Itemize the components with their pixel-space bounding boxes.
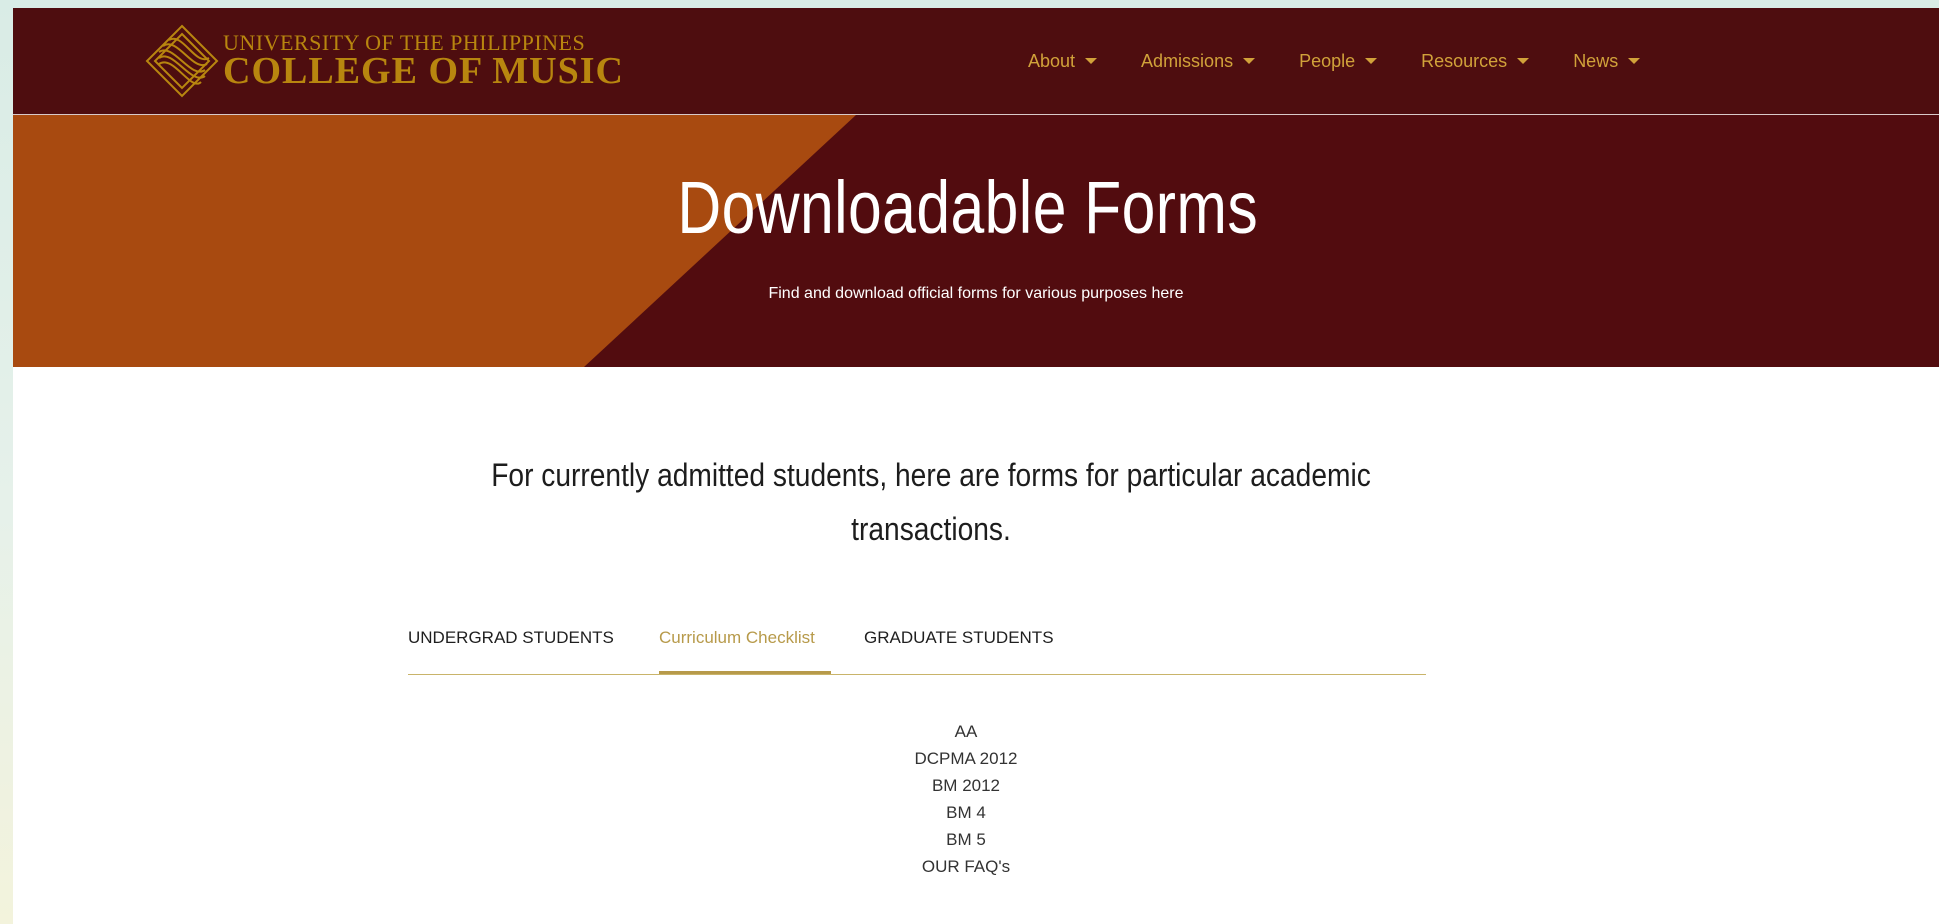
nav-people[interactable]: People — [1299, 50, 1378, 72]
link-aa[interactable]: AA — [13, 718, 1929, 745]
active-tab-indicator — [659, 671, 831, 674]
chevron-down-icon — [1365, 58, 1378, 64]
tab-graduate-students[interactable]: GRADUATE STUDENTS — [864, 628, 1054, 648]
nav-admissions-label: Admissions — [1141, 50, 1234, 71]
nav-people-label: People — [1299, 50, 1356, 71]
page-title: Downloadable Forms — [677, 166, 1259, 249]
nav-resources-label: Resources — [1421, 50, 1508, 71]
link-our-faqs[interactable]: OUR FAQ's — [13, 853, 1929, 880]
tab-undergrad-students[interactable]: UNDERGRAD STUDENTS — [408, 628, 614, 648]
link-bm-5[interactable]: BM 5 — [13, 826, 1929, 853]
checklist-links: AA DCPMA 2012 BM 2012 BM 4 BM 5 OUR FAQ'… — [13, 718, 1939, 880]
site-logo[interactable]: UNIVERSITY OF THE PHILIPPINES COLLEGE OF… — [143, 22, 624, 100]
nav-admissions[interactable]: Admissions — [1141, 50, 1256, 72]
tab-curriculum-checklist[interactable]: Curriculum Checklist — [659, 628, 815, 648]
nav-news-label: News — [1573, 50, 1619, 71]
link-dcpma-2012[interactable]: DCPMA 2012 — [13, 745, 1929, 772]
main-nav: About Admissions People Resources News — [1028, 8, 1684, 114]
nav-news[interactable]: News — [1573, 50, 1641, 72]
logo-college-name: COLLEGE OF MUSIC — [223, 50, 624, 92]
section-heading: For currently admitted students, here ar… — [491, 457, 1371, 547]
nav-about-label: About — [1028, 50, 1076, 71]
chevron-down-icon — [1517, 58, 1530, 64]
nav-about[interactable]: About — [1028, 50, 1098, 72]
chevron-down-icon — [1085, 58, 1098, 64]
chevron-down-icon — [1628, 58, 1641, 64]
page: UNIVERSITY OF THE PHILIPPINES COLLEGE OF… — [13, 8, 1939, 924]
site-header: UNIVERSITY OF THE PHILIPPINES COLLEGE OF… — [13, 8, 1939, 115]
link-bm-4[interactable]: BM 4 — [13, 799, 1929, 826]
page-subtitle: Find and download official forms for var… — [768, 285, 1184, 302]
forms-tabs: UNDERGRAD STUDENTS Curriculum Checklist … — [408, 608, 1426, 675]
chevron-down-icon — [1243, 58, 1256, 64]
hero-banner: Downloadable Forms Find and download off… — [13, 115, 1939, 367]
nav-resources[interactable]: Resources — [1421, 50, 1530, 72]
logo-wordmark: UNIVERSITY OF THE PHILIPPINES COLLEGE OF… — [223, 32, 624, 92]
college-logo-icon — [145, 24, 219, 98]
link-bm-2012[interactable]: BM 2012 — [13, 772, 1929, 799]
